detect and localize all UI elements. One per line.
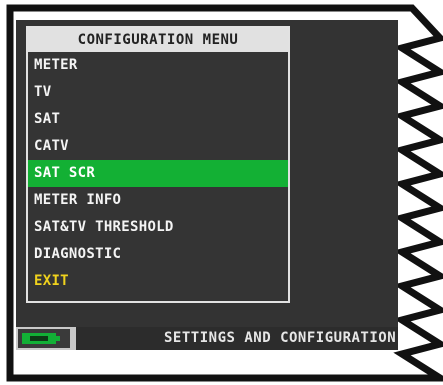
menu-item-diagnostic[interactable]: DIAGNOSTIC: [28, 241, 288, 268]
configuration-menu: CONFIGURATION MENU METER TV SAT CATV SAT…: [26, 26, 290, 303]
menu-title: CONFIGURATION MENU: [28, 28, 288, 52]
battery-icon: [18, 329, 70, 348]
battery-charge-mark: [30, 336, 48, 341]
menu-item-sat-tv-threshold[interactable]: SAT&TV THRESHOLD: [28, 214, 288, 241]
menu-item-exit[interactable]: EXIT: [28, 268, 288, 295]
menu-item-sat-scr[interactable]: SAT SCR: [28, 160, 288, 187]
menu-item-catv[interactable]: CATV: [28, 133, 288, 160]
battery-terminal: [56, 336, 60, 341]
status-bar: SETTINGS AND CONFIGURATION: [16, 327, 398, 350]
lcd-screen: CONFIGURATION MENU METER TV SAT CATV SAT…: [16, 20, 398, 350]
menu-list: METER TV SAT CATV SAT SCR METER INFO SAT…: [28, 52, 288, 295]
menu-item-meter-info[interactable]: METER INFO: [28, 187, 288, 214]
status-message: SETTINGS AND CONFIGURATION: [76, 327, 398, 350]
menu-item-sat[interactable]: SAT: [28, 106, 288, 133]
menu-item-tv[interactable]: TV: [28, 79, 288, 106]
device-display: CONFIGURATION MENU METER TV SAT CATV SAT…: [0, 0, 443, 385]
menu-item-meter[interactable]: METER: [28, 52, 288, 79]
